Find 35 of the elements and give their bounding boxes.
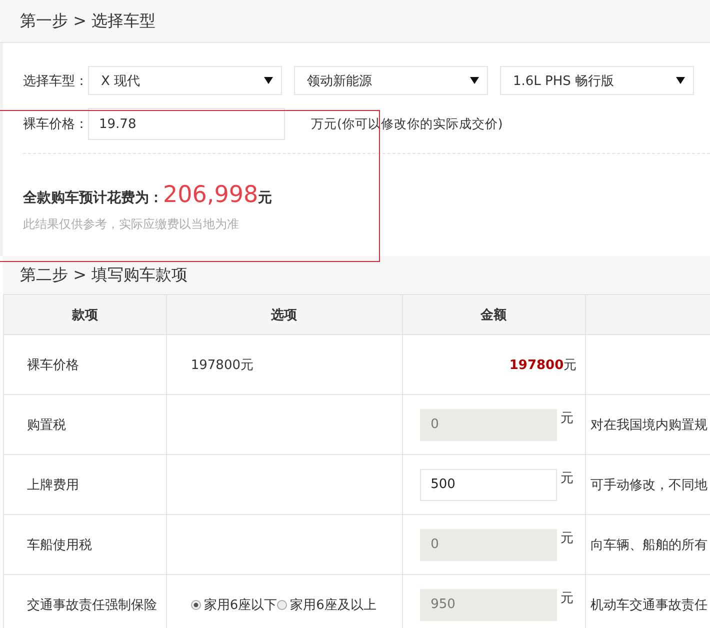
- amount-value: 197800: [509, 358, 564, 372]
- table-cell: 上牌费用: [27, 478, 79, 492]
- column-header: 金额: [402, 294, 586, 334]
- total-unit: 元: [258, 189, 272, 207]
- table-cell: 交通事故责任强制保险: [27, 598, 157, 612]
- field-label: 裸车价格：: [23, 116, 88, 133]
- section-title: 第二步 > 填写购车款项: [20, 264, 188, 286]
- disclaimer-note: 此结果仅供参考，实际应缴费以当地为准: [23, 216, 240, 233]
- price-input[interactable]: 19.78: [88, 108, 285, 140]
- column-header: 款项: [4, 294, 166, 334]
- section-title: 第一步 > 选择车型: [20, 10, 156, 32]
- dropdown-caret-icon: [470, 77, 479, 84]
- table-cell: 197800元: [190, 358, 254, 372]
- dropdown-caret-icon: [676, 77, 685, 84]
- description-text: 向车辆、船舶的所有: [590, 538, 708, 552]
- description-text: 可手动修改，不同地: [590, 478, 708, 492]
- unit-label: 元: [560, 410, 574, 426]
- dropdown[interactable]: 领动新能源: [294, 66, 488, 95]
- total-label: 全款购车预计花费为：: [23, 189, 163, 207]
- field-label: 选择车型：: [23, 72, 88, 90]
- dropdown[interactable]: 1.6L PHS 畅行版: [500, 66, 694, 95]
- table-cell: 购置税: [27, 418, 66, 432]
- dropdown[interactable]: X 现代: [88, 66, 282, 95]
- dropdown-caret-icon: [264, 77, 273, 84]
- unit-label: 元: [564, 358, 577, 372]
- description-text: 对在我国境内购置规: [590, 418, 708, 432]
- unit-label: 元: [560, 470, 574, 486]
- amount-input[interactable]: 500: [420, 468, 557, 500]
- total-amount: 206,998: [163, 182, 258, 208]
- column-header: 选项: [166, 294, 402, 334]
- table-cell: 车船使用税: [27, 538, 92, 552]
- unit-label: 元: [560, 530, 574, 546]
- description-text: 机动车交通事故责任: [590, 598, 708, 612]
- unit-label: 元: [560, 590, 574, 606]
- table-cell: 裸车价格: [27, 358, 79, 372]
